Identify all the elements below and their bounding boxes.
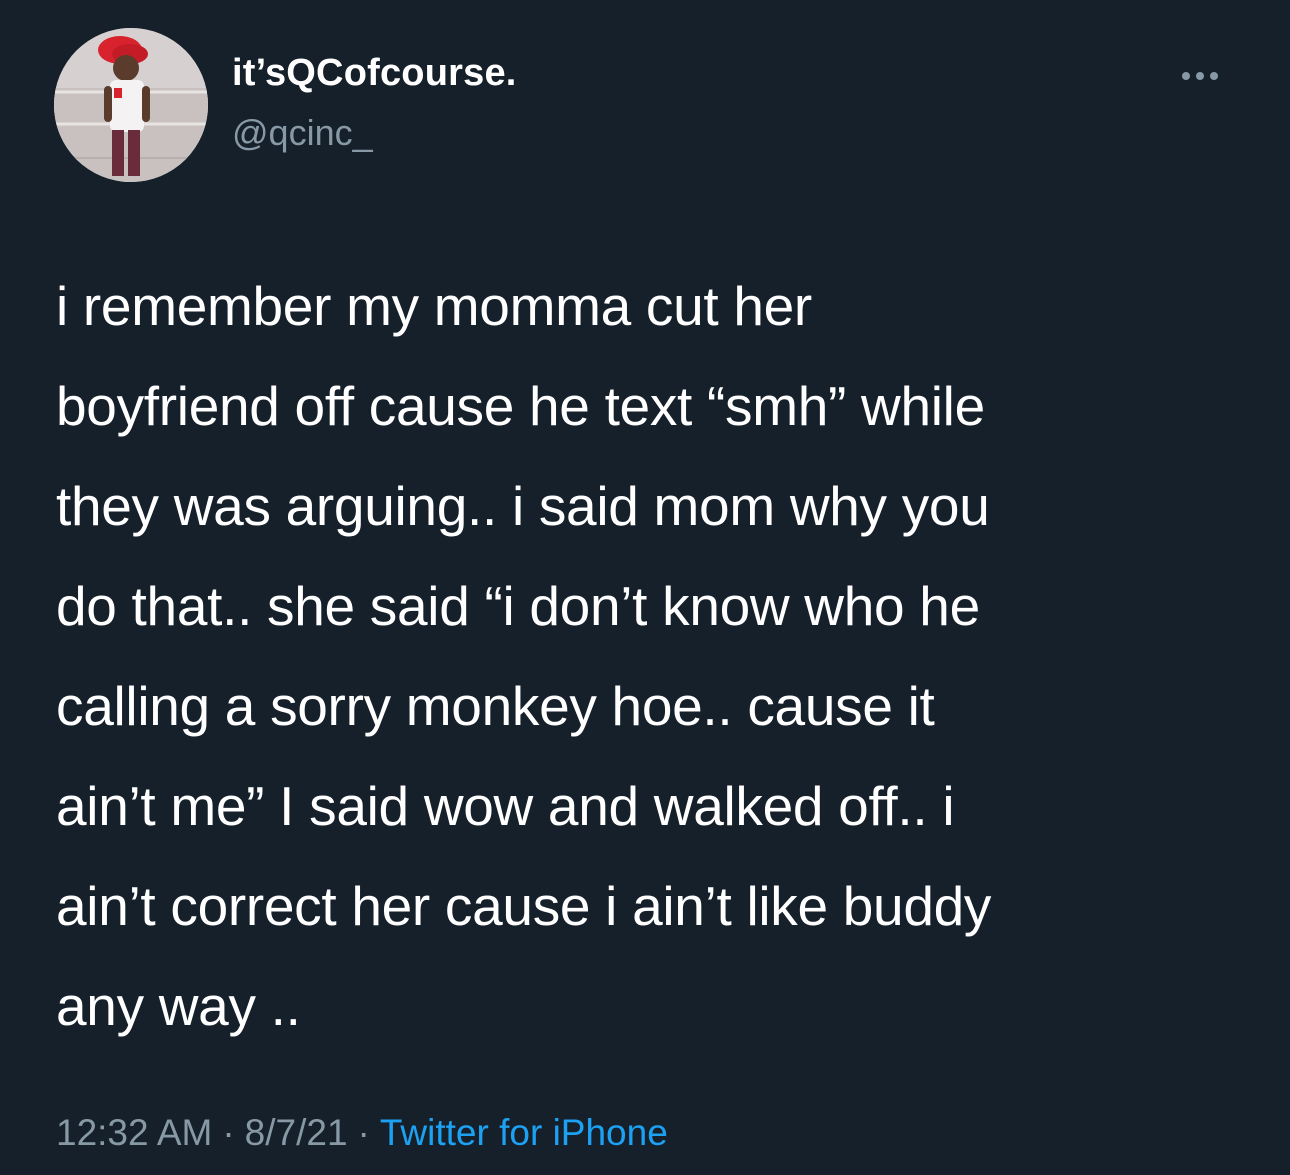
tweet-card: it’sQCofcourse. @qcinc_ i remember my mo… <box>0 0 1290 1175</box>
more-options-button[interactable] <box>1172 62 1228 90</box>
meta-separator: · <box>357 1112 370 1153</box>
user-handle[interactable]: @qcinc_ <box>232 112 373 154</box>
more-horizontal-icon <box>1182 72 1190 80</box>
display-name[interactable]: it’sQCofcourse. <box>232 52 517 95</box>
tweet-text: i remember my momma cut her boyfriend of… <box>56 256 1246 1056</box>
tweet-text-line: ain’t correct her cause i ain’t like bud… <box>56 875 992 937</box>
tweet-source-link[interactable]: Twitter for iPhone <box>380 1112 668 1153</box>
meta-separator: · <box>222 1112 235 1153</box>
avatar[interactable] <box>54 28 208 182</box>
tweet-text-line: do that.. she said “i don’t know who he <box>56 575 980 637</box>
tweet-text-line: ain’t me” I said wow and walked off.. i <box>56 775 955 837</box>
tweet-text-line: calling a sorry monkey hoe.. cause it <box>56 675 935 737</box>
tweet-text-line: any way .. <box>56 975 301 1037</box>
more-horizontal-icon-dot <box>1196 72 1204 80</box>
tweet-date[interactable]: 8/7/21 <box>245 1112 348 1153</box>
tweet-time[interactable]: 12:32 AM <box>56 1112 212 1153</box>
tweet-text-line: boyfriend off cause he text “smh” while <box>56 375 985 437</box>
tweet-text-line: i remember my momma cut her <box>56 275 812 337</box>
more-horizontal-icon-dot <box>1210 72 1218 80</box>
avatar-photo <box>54 28 208 182</box>
tweet-text-line: they was arguing.. i said mom why you <box>56 475 990 537</box>
tweet-metadata: 12:32 AM · 8/7/21 · Twitter for iPhone <box>56 1112 668 1154</box>
